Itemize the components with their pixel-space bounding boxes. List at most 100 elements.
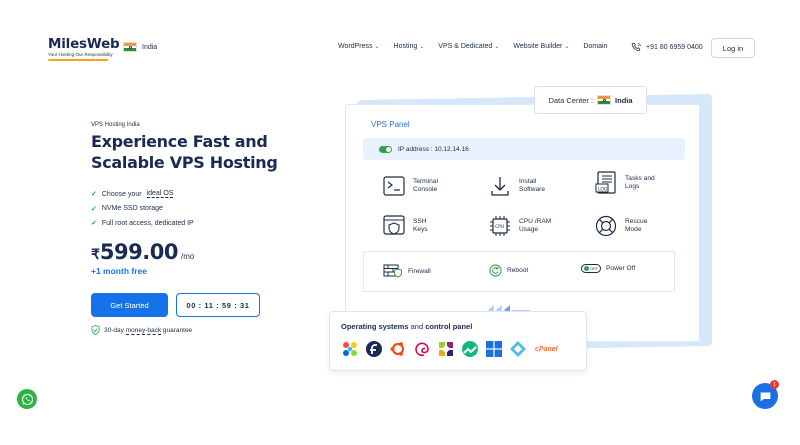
ideal-os-link[interactable]: ideal OS xyxy=(146,190,174,199)
brand-tagline: Your Hosting Our Responsibility xyxy=(48,52,113,57)
price-unit: /mo xyxy=(180,252,195,261)
price-currency: ₹ xyxy=(91,246,100,262)
feature-list: ✓ Choose your ideal OS ✓ NVMe SSD storage … xyxy=(91,187,194,231)
phone-link[interactable]: +91 80 6959 0400 xyxy=(631,42,703,53)
firewall-label: Firewall xyxy=(408,267,431,275)
reboot-icon xyxy=(489,264,502,277)
feat-line: Terminal xyxy=(413,177,438,185)
nav-item-hosting[interactable]: Hosting ⌄ xyxy=(394,43,425,50)
os-logos: cPanel xyxy=(341,340,558,358)
windows-icon xyxy=(485,340,503,358)
feat-line: Console xyxy=(413,186,438,193)
almalinux-icon xyxy=(341,340,359,358)
phone-number: +91 80 6959 0400 xyxy=(646,44,703,51)
feature-text: Choose your xyxy=(101,190,142,198)
chevron-down-icon: ⌄ xyxy=(374,44,380,50)
brand-logo[interactable]: MilesWeb Your Hosting Our Responsibility xyxy=(48,36,120,61)
nav-label: Domain xyxy=(583,43,608,50)
country-label: India xyxy=(142,43,158,51)
countdown-timer: 00 : 11 : 59 : 31 xyxy=(176,293,260,317)
check-icon: ✓ xyxy=(91,220,97,228)
feat-line: Usage xyxy=(519,226,539,233)
hero-eyebrow: VPS Hosting India xyxy=(91,122,140,128)
ssh-keys: SSH Keys xyxy=(383,215,428,237)
power-off: OFF Power Off xyxy=(581,264,635,273)
feat-line: Rescue xyxy=(625,217,648,225)
dc-label: Data Center : xyxy=(548,95,594,105)
power-toggle-icon: OFF xyxy=(581,264,601,273)
guarantee-text: guarantee xyxy=(161,326,193,334)
money-back-link[interactable]: money-back xyxy=(125,326,162,335)
login-button[interactable]: Log in xyxy=(711,38,755,58)
os-title-bold: Operating systems xyxy=(341,322,409,331)
nav-item-domain[interactable]: Domain xyxy=(583,43,607,50)
nav-item-vps-dedicated[interactable]: VPS & Dedicated ⌄ xyxy=(438,43,499,50)
lifebuoy-icon xyxy=(595,215,617,237)
chevron-down-icon: ⌄ xyxy=(564,44,570,50)
toggle-on-icon xyxy=(379,145,392,153)
firewall: Firewall xyxy=(383,264,431,278)
cpu-ram-usage: CPU CPU /RAM Usage xyxy=(489,215,551,237)
dc-country: India xyxy=(615,95,633,105)
nav-item-website-builder[interactable]: Website Builder ⌄ xyxy=(513,43,569,50)
cpu-icon: CPU xyxy=(489,215,511,237)
check-icon: ✓ xyxy=(91,191,97,199)
feature-text: NVMe SSD storage xyxy=(101,205,163,213)
firewall-icon xyxy=(383,264,402,278)
feat-line: Software xyxy=(519,186,546,193)
brand-name: MilesWeb xyxy=(48,36,120,52)
panel-title: VPS Panel xyxy=(371,120,410,129)
feature-item: ✓ Full root access, dedicated IP xyxy=(91,216,194,231)
ip-bar: IP address : 10.12.14.16 xyxy=(363,138,685,160)
os-title-bold: control panel xyxy=(425,322,473,331)
feat-line: Tasks and xyxy=(625,174,655,182)
main-nav: WordPress ⌄ Hosting ⌄ VPS & Dedicated ⌄ Web… xyxy=(338,43,621,50)
feat-line: Mode xyxy=(625,226,642,233)
os-title-mid: and xyxy=(408,322,426,331)
guarantee-text: 30-day xyxy=(104,326,126,334)
country-selector[interactable]: India xyxy=(123,42,157,52)
rocky-linux-icon xyxy=(461,340,479,358)
ip-address: IP address : 10.12.14.16 xyxy=(398,145,469,153)
check-icon: ✓ xyxy=(91,205,97,213)
nav-label: WordPress xyxy=(338,43,373,50)
chat-notification-badge: 1 xyxy=(770,380,779,389)
chevron-down-icon: ⌄ xyxy=(494,44,500,50)
rescue-mode: Rescue Mode xyxy=(595,215,647,237)
nav-item-wordpress[interactable]: WordPress ⌄ xyxy=(338,43,380,50)
get-started-button[interactable]: Get Started xyxy=(91,293,168,317)
feat-line: Keys xyxy=(413,226,428,233)
os-title: Operating systems and control panel xyxy=(341,322,472,331)
ubuntu-icon xyxy=(389,340,407,358)
debian-icon xyxy=(413,340,431,358)
fedora-icon xyxy=(365,340,383,358)
install-software: Install Software xyxy=(489,175,545,197)
india-flag-icon xyxy=(123,42,137,52)
feature-item: ✓ NVMe SSD storage xyxy=(91,202,194,217)
off-label: OFF xyxy=(590,266,598,271)
cpanel-logo: cPanel xyxy=(535,345,558,353)
feat-line: CPU /RAM xyxy=(519,217,552,225)
data-center-badge: Data Center : India xyxy=(534,86,647,114)
hero-title: Experience Fast and Scalable VPS Hosting xyxy=(91,132,278,172)
reboot: Reboot xyxy=(489,264,528,277)
terminal-icon xyxy=(383,175,405,197)
promo-text: +1 month free xyxy=(91,266,147,276)
whatsapp-icon xyxy=(21,393,33,405)
guarantee: 30-day money-back guarantee xyxy=(91,325,192,335)
india-flag-icon xyxy=(597,95,612,105)
price-value: 599.00 xyxy=(99,240,179,264)
nav-label: VPS & Dedicated xyxy=(438,43,493,50)
download-icon xyxy=(489,175,511,197)
plesk-icon xyxy=(509,340,527,358)
feat-line: SSH xyxy=(413,217,427,225)
logs-icon: LOG xyxy=(595,171,617,194)
whatsapp-button[interactable] xyxy=(17,389,37,409)
chat-bubble-icon xyxy=(760,391,770,401)
ssh-key-icon xyxy=(383,215,405,237)
shield-check-icon xyxy=(91,325,100,335)
price: ₹ 599.00 /mo xyxy=(91,240,194,264)
centos-icon xyxy=(437,340,455,358)
terminal-console: Terminal Console xyxy=(383,175,438,197)
nav-label: Hosting xyxy=(393,43,418,50)
